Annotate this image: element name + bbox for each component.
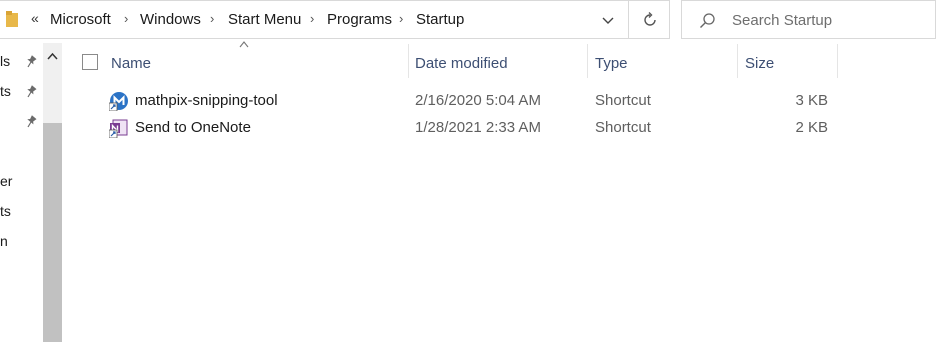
refresh-button[interactable] (629, 0, 670, 39)
file-row[interactable]: Send to OneNote 1/28/2021 2:33 AM Shortc… (66, 114, 941, 141)
search-icon (700, 13, 715, 28)
pin-icon[interactable] (24, 54, 38, 68)
mathpix-icon (109, 92, 128, 111)
column-header-type[interactable]: Type (595, 55, 628, 72)
nav-scrollbar[interactable] (43, 43, 62, 342)
chevron-up-icon[interactable] (43, 49, 62, 63)
breadcrumb-separator[interactable]: › (399, 11, 403, 26)
column-divider[interactable] (408, 44, 409, 78)
nav-item-fragment[interactable]: ts (0, 203, 11, 219)
column-header-name[interactable]: Name (111, 55, 151, 72)
breadcrumb-startup[interactable]: Startup (416, 11, 464, 28)
breadcrumb-microsoft[interactable]: Microsoft (50, 11, 111, 28)
onenote-icon (109, 119, 128, 138)
nav-item-fragment[interactable]: ts (0, 83, 11, 99)
search-input[interactable]: Search Startup (732, 12, 832, 29)
column-header-date-modified[interactable]: Date modified (415, 55, 508, 72)
column-divider[interactable] (837, 44, 838, 78)
breadcrumb-separator[interactable]: › (210, 11, 214, 26)
file-row[interactable]: mathpix-snipping-tool 2/16/2020 5:04 AM … (66, 87, 941, 114)
column-header-size[interactable]: Size (745, 55, 774, 72)
breadcrumb-separator[interactable]: › (310, 11, 314, 26)
file-size: 2 KB (795, 119, 828, 136)
file-date-modified: 1/28/2021 2:33 AM (415, 119, 541, 136)
breadcrumb-start-menu[interactable]: Start Menu (228, 11, 301, 28)
search-box[interactable]: Search Startup (681, 0, 936, 39)
address-bar[interactable]: « Microsoft › Windows › Start Menu › Pro… (0, 0, 629, 39)
column-divider[interactable] (737, 44, 738, 78)
file-size: 3 KB (795, 92, 828, 109)
chevron-down-icon[interactable] (598, 11, 618, 31)
folder-icon (6, 11, 18, 27)
breadcrumb-programs[interactable]: Programs (327, 11, 392, 28)
pin-icon[interactable] (24, 84, 38, 98)
column-divider[interactable] (587, 44, 588, 78)
file-name[interactable]: Send to OneNote (135, 119, 251, 136)
breadcrumb-windows[interactable]: Windows (140, 11, 201, 28)
file-type: Shortcut (595, 119, 651, 136)
breadcrumb-separator[interactable]: › (124, 11, 128, 26)
nav-item-fragment[interactable]: n (0, 233, 8, 249)
sort-ascending-icon (239, 41, 249, 48)
file-date-modified: 2/16/2020 5:04 AM (415, 92, 541, 109)
file-name[interactable]: mathpix-snipping-tool (135, 92, 278, 109)
overflow-chevron-icon[interactable]: « (31, 10, 39, 26)
select-all-checkbox[interactable] (82, 54, 98, 70)
nav-item-fragment[interactable]: er (0, 173, 12, 189)
nav-item-fragment[interactable]: ls (0, 53, 10, 69)
pin-icon[interactable] (24, 114, 38, 128)
refresh-icon (644, 12, 656, 26)
scrollbar-thumb[interactable] (43, 123, 62, 342)
file-type: Shortcut (595, 92, 651, 109)
